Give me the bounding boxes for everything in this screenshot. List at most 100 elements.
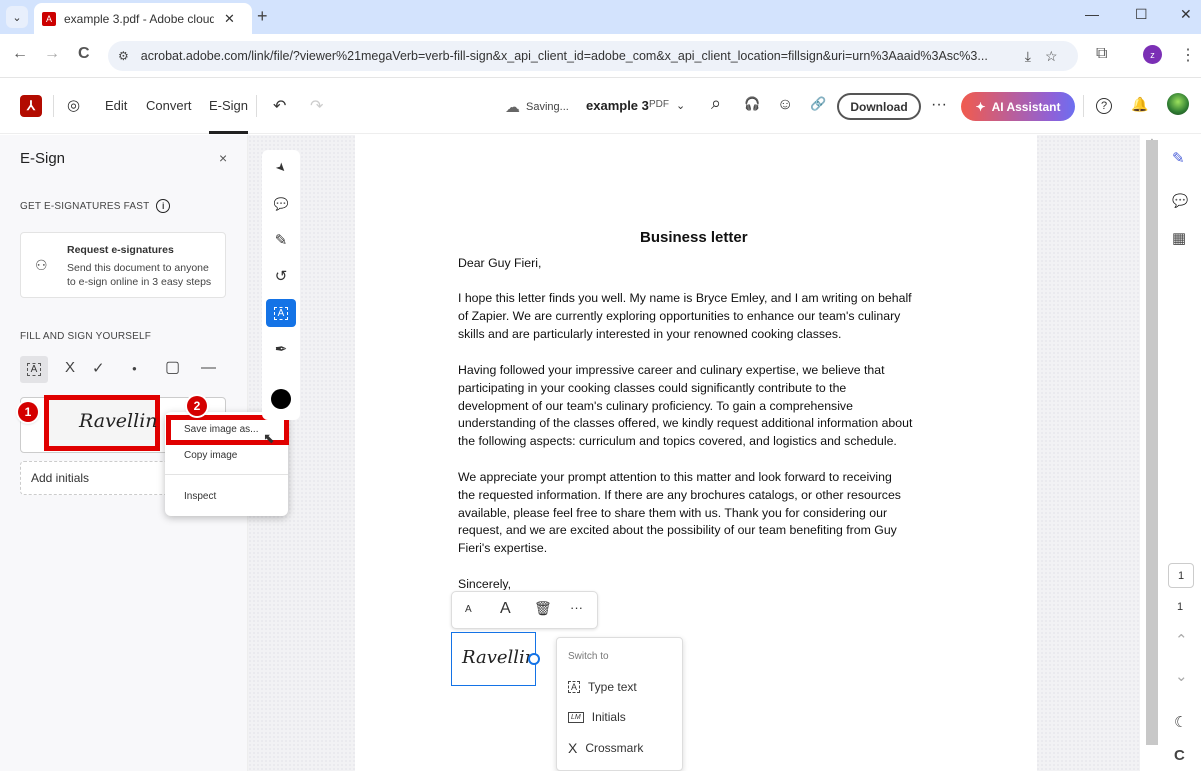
bookmark-star-icon[interactable]: ☆ — [1045, 48, 1058, 65]
delete-icon[interactable]: 🗑 — [534, 600, 552, 617]
new-tab-button[interactable]: + — [257, 6, 268, 27]
download-button[interactable]: Download — [837, 93, 921, 120]
document-name[interactable]: example 3 — [586, 98, 649, 113]
text-tool[interactable]: A — [266, 299, 296, 327]
back-button[interactable]: ← — [12, 45, 28, 63]
menu-item-copy-image[interactable]: Copy image — [184, 450, 237, 461]
cross-mark-tool[interactable]: X — [65, 359, 75, 376]
step-badge-1: 1 — [18, 402, 38, 422]
text-field-icon: A — [568, 681, 581, 693]
menu-esign[interactable]: E-Sign — [209, 98, 249, 134]
fill-sign-panel-icon[interactable]: ✎ — [1172, 149, 1185, 167]
saving-label: Saving... — [526, 101, 569, 113]
extensions-icon[interactable]: ⧉ — [1096, 45, 1107, 63]
acrobat-logo[interactable]: ⅄ — [20, 95, 42, 117]
address-bar[interactable]: ⚙ acrobat.adobe.com/link/file/?viewer%21… — [108, 41, 1078, 71]
reload-button[interactable]: C — [78, 45, 90, 63]
greeting: Dear Guy Fieri, — [458, 256, 542, 270]
select-tool[interactable]: ➤ — [266, 154, 296, 182]
site-info-icon[interactable]: ⚙ — [118, 49, 129, 63]
ai-assistant-button[interactable]: ✦ AI Assistant — [961, 92, 1075, 121]
check-mark-tool[interactable]: ✓ — [92, 359, 105, 377]
ai-assistant-label: AI Assistant — [991, 99, 1061, 114]
rectangle-tool[interactable]: ▢ — [165, 357, 180, 377]
menu-item-inspect[interactable]: Inspect — [184, 491, 216, 502]
panel-title: E-Sign — [20, 150, 66, 167]
text-field-icon: A — [26, 363, 42, 376]
paragraph-2: Having followed your impressive career a… — [458, 363, 913, 449]
resize-handle[interactable] — [528, 653, 540, 665]
profile-avatar[interactable]: z — [1143, 45, 1162, 64]
item-label: Type text — [588, 680, 637, 694]
sign-tool[interactable]: ✒ — [266, 335, 296, 363]
people-sign-icon: ⚇ — [35, 257, 48, 273]
link-icon[interactable]: 🔗 — [810, 96, 826, 112]
saving-status: ☁ Saving... — [505, 98, 569, 116]
request-esignatures-card[interactable]: ⚇ Request e-signatures Send this documen… — [20, 232, 226, 298]
menu-edit[interactable]: Edit — [105, 98, 127, 113]
browser-tab[interactable]: A example 3.pdf - Adobe cloud st ✕ — [34, 3, 252, 34]
tab-title: example 3.pdf - Adobe cloud st — [64, 11, 214, 26]
divider — [1083, 95, 1084, 117]
forward-button[interactable]: → — [44, 45, 60, 63]
right-rail: ✎ 💬 ▦ 1 1 ⌃ ⌄ ☾ C — [1160, 135, 1201, 771]
more-options-icon[interactable]: ··· — [570, 600, 583, 615]
section-label: GET E-SIGNATURES FAST — [20, 200, 150, 212]
install-app-icon[interactable]: ⤓ — [1025, 48, 1031, 65]
maximize-button[interactable]: ☐ — [1135, 6, 1148, 23]
line-tool[interactable]: — — [201, 359, 216, 376]
page-total: 1 — [1177, 601, 1184, 613]
increase-size-button[interactable]: A — [500, 600, 511, 618]
mouse-cursor-icon: ⬉ — [263, 430, 275, 446]
search-icon[interactable]: ⌕ — [711, 93, 721, 114]
close-window-button[interactable]: ✕ — [1180, 6, 1192, 23]
next-page-icon[interactable]: ⌄ — [1175, 667, 1188, 685]
read-aloud-icon[interactable]: 🎧 — [744, 96, 760, 112]
request-title: Request e-signatures — [67, 244, 174, 256]
user-avatar[interactable] — [1167, 93, 1189, 115]
page-number-input[interactable]: 1 — [1168, 563, 1194, 588]
close-panel-icon[interactable]: × — [219, 150, 227, 166]
redo-icon[interactable]: ↷ — [310, 96, 323, 116]
text-box-icon: A — [273, 306, 289, 320]
lasso-icon: ↺ — [274, 268, 288, 285]
chevron-down-icon[interactable]: ⌄ — [676, 99, 685, 112]
theme-icon[interactable]: ☾ — [1174, 713, 1187, 731]
switch-item-initials[interactable]: LM Initials — [568, 710, 626, 724]
minimize-button[interactable]: — — [1085, 6, 1099, 22]
menu-convert[interactable]: Convert — [146, 98, 192, 113]
info-icon[interactable]: i — [156, 199, 171, 213]
step-badge-2: 2 — [187, 396, 207, 416]
dot-tool[interactable]: ● — [132, 364, 137, 373]
add-text-tool[interactable]: A — [20, 356, 48, 383]
switch-item-crossmark[interactable]: X Crossmark — [568, 740, 643, 756]
share-icon[interactable]: ☺ — [777, 96, 793, 114]
vertical-scrollbar[interactable] — [1146, 140, 1158, 745]
request-description: Send this document to anyone to e-sign o… — [67, 262, 212, 288]
close-tab-icon[interactable]: ✕ — [224, 11, 235, 27]
placed-signature[interactable]: Ravellin — [451, 632, 536, 686]
switch-to-header: Switch to — [568, 651, 609, 662]
tab-list-button[interactable]: ⌄ — [6, 6, 28, 28]
browser-menu-icon[interactable]: ⋮ — [1180, 45, 1196, 65]
decrease-size-button[interactable]: A — [465, 604, 472, 615]
previous-page-icon[interactable]: ⌃ — [1175, 631, 1188, 649]
undo-icon[interactable]: ↶ — [273, 96, 286, 116]
document-title: Business letter — [640, 229, 748, 246]
signature-image[interactable]: Ravellin — [79, 410, 158, 432]
color-picker[interactable] — [271, 389, 291, 409]
help-icon[interactable]: ? — [1096, 98, 1112, 114]
comment-tool[interactable]: 💬 — [266, 190, 296, 218]
browser-navbar: ← → C ⚙ acrobat.adobe.com/link/file/?vie… — [0, 34, 1201, 78]
switch-item-type-text[interactable]: A Type text — [568, 680, 637, 694]
lasso-tool[interactable]: ↺ — [266, 262, 296, 290]
notifications-bell-icon[interactable]: 🔔 — [1131, 96, 1148, 113]
thumbnails-icon[interactable]: ▦ — [1172, 229, 1186, 247]
draw-tool[interactable]: ✎ — [266, 226, 296, 254]
tool-rail: ➤ 💬 ✎ ↺ A ✒ — [262, 150, 300, 420]
comments-icon[interactable]: 💬 — [1172, 193, 1188, 209]
more-options-icon[interactable]: ··· — [931, 96, 947, 114]
url-text[interactable]: acrobat.adobe.com/link/file/?viewer%21me… — [141, 49, 1011, 63]
refresh-icon[interactable]: C — [1174, 747, 1185, 764]
convert-circle-icon[interactable]: ◎ — [67, 96, 80, 114]
